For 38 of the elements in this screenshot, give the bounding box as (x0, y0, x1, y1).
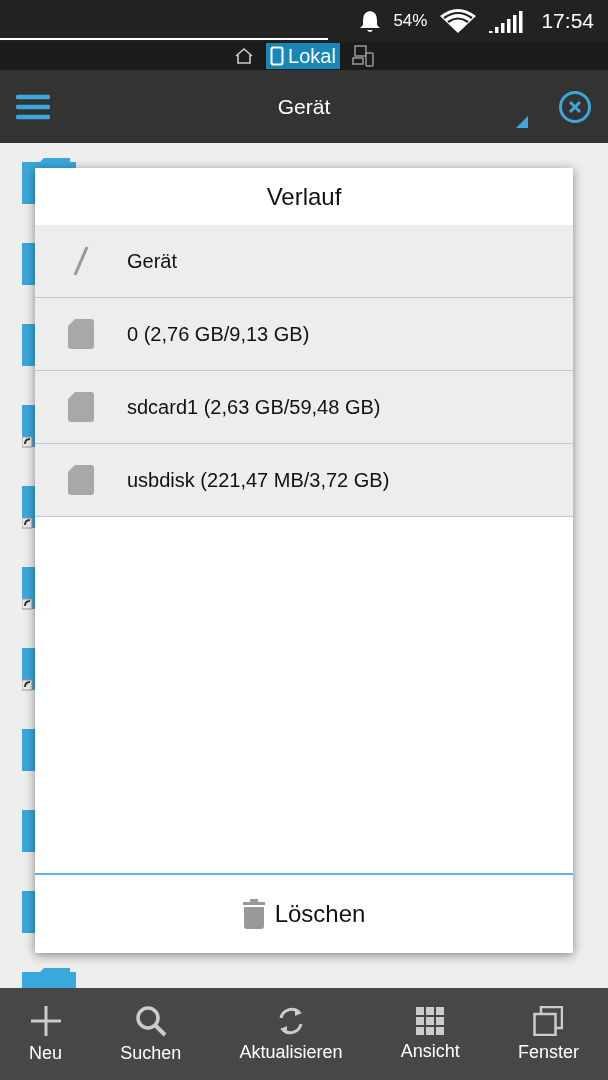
menu-icon[interactable] (16, 93, 50, 120)
sd-card-icon (68, 392, 94, 422)
search-icon (134, 1004, 167, 1037)
toolbar-button[interactable]: Ansicht (396, 1002, 464, 1066)
history-item-label: Gerät (127, 249, 178, 273)
refresh-icon (277, 1005, 305, 1036)
toolbar-button[interactable]: Suchen (116, 1000, 186, 1068)
location-title[interactable]: Gerät (50, 94, 558, 119)
wifi-icon (439, 8, 478, 34)
sd-card-icon (68, 465, 94, 495)
history-item[interactable]: 0 (2,76 GB/9,13 GB) (35, 298, 573, 371)
toolbar-button[interactable]: Aktualisieren (235, 1001, 347, 1067)
close-icon[interactable] (558, 89, 592, 124)
toolbar-button[interactable]: Fenster (513, 1001, 583, 1067)
history-item[interactable]: usbdisk (221,47 MB/3,72 GB) (35, 444, 573, 517)
alarm-bell-icon (359, 9, 382, 33)
history-item-label: 0 (2,76 GB/9,13 GB) (127, 322, 310, 346)
clear-button[interactable]: Löschen (35, 873, 573, 953)
home-icon (234, 47, 255, 65)
trash-icon (242, 899, 265, 929)
grid-icon (416, 1006, 445, 1035)
dropdown-indicator-icon (516, 116, 528, 128)
sd-card-icon (68, 319, 94, 349)
battery-percentage: 54% (393, 11, 428, 31)
history-item[interactable]: Gerät (35, 225, 573, 298)
plus-icon (29, 1004, 62, 1037)
history-item-label: sdcard1 (2,63 GB/59,48 GB) (127, 395, 381, 419)
slash-icon (73, 246, 89, 276)
signal-icon (489, 9, 524, 33)
history-item-label: usbdisk (221,47 MB/3,72 GB) (127, 468, 390, 492)
clock: 17:54 (541, 9, 594, 33)
windows-icon (533, 1005, 564, 1036)
dialog-title: Verlauf (265, 181, 343, 212)
toolbar-button[interactable]: Neu (25, 1000, 67, 1068)
tab[interactable]: Lokal (266, 43, 340, 69)
history-item[interactable]: sdcard1 (2,63 GB/59,48 GB) (35, 371, 573, 444)
devices-icon (351, 45, 374, 67)
phone-icon (270, 46, 285, 66)
